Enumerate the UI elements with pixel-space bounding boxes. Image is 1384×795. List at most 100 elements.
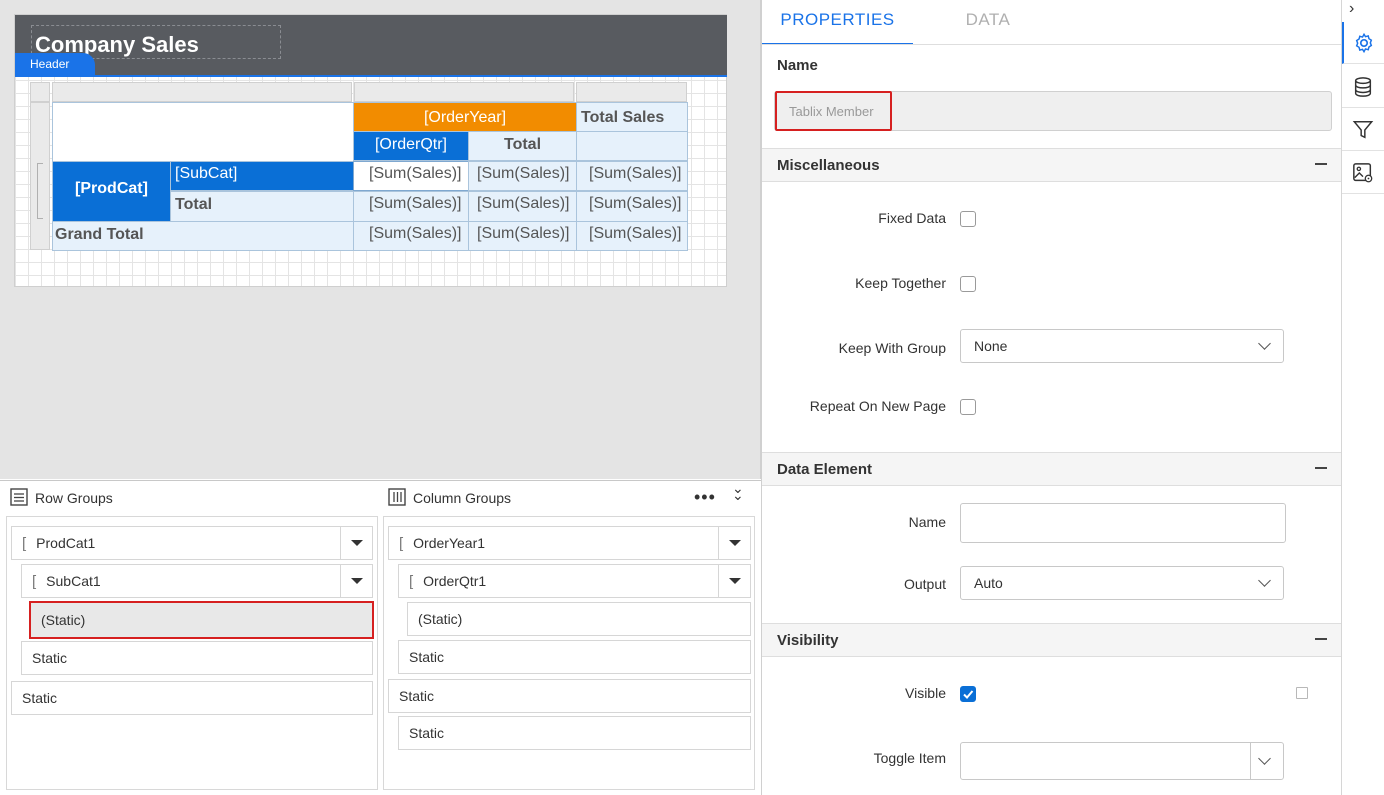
sum-sales-cell-r2c3[interactable]: [Sum(Sales)] [576,191,688,222]
fixed-data-checkbox[interactable] [960,211,976,227]
collapse-panel-icon[interactable]: ⌄ ⌄ [732,481,744,502]
section-data-element[interactable]: Data Element [762,452,1341,486]
row-group-label: (Static) [41,612,86,628]
total-sales-subheader[interactable] [576,131,688,161]
row-group-dropdown[interactable] [340,565,372,597]
order-qtr-cell[interactable]: [OrderQtr] [353,131,469,161]
keep-with-group-select[interactable]: None [960,329,1284,363]
data-toolbar-button[interactable] [1342,66,1384,108]
keep-together-checkbox[interactable] [960,276,976,292]
column-handle-3[interactable] [576,82,687,102]
column-group-orderqtr1[interactable]: [ OrderQtr1 [398,564,751,598]
column-total-header[interactable]: Total [468,131,577,161]
design-canvas[interactable]: Company Sales Header [OrderYear] Total S… [0,0,761,479]
chevron-down-icon [1258,574,1271,587]
column-handle-2[interactable] [354,82,574,102]
sum-sales-cell-r1c1[interactable]: [Sum(Sales)] [353,161,469,191]
repeat-on-new-page-checkbox[interactable] [960,399,976,415]
sum-sales-cell-r3c1[interactable]: [Sum(Sales)] [353,221,469,251]
row-group-label: Static [32,650,68,666]
name-field: Tablix Member [774,91,1332,131]
row-group-static[interactable]: Static [11,681,373,715]
row-group-dropdown[interactable] [340,527,372,559]
section-title: Miscellaneous [777,157,880,174]
report-body[interactable]: Company Sales Header [OrderYear] Total S… [14,14,727,287]
column-group-static[interactable]: Static [388,679,751,713]
sum-sales-cell-r3c2[interactable]: [Sum(Sales)] [468,221,577,251]
group-bracket-icon: [ [22,534,27,552]
sum-sales-cell-r1c2[interactable]: [Sum(Sales)] [468,161,577,191]
column-group-label: Static [409,725,445,741]
row-groups-icon [10,488,28,506]
sum-sales-cell-r1c3[interactable]: [Sum(Sales)] [576,161,688,191]
keep-with-group-label: Keep With Group [838,340,946,356]
tablix-corner-cell[interactable] [52,102,354,162]
header-tag: Header [15,53,95,75]
column-groups-list: [ OrderYear1 [ OrderQtr1 (Static) Static… [383,516,755,790]
row-groups-title: Row Groups [35,490,113,506]
data-element-name-input[interactable] [960,503,1286,543]
visible-label: Visible [905,685,946,701]
prod-cat-cell[interactable]: [ProdCat] [52,161,171,222]
row-group-static-selected[interactable]: (Static) [29,601,374,639]
output-select[interactable]: Auto [960,566,1284,600]
more-options-icon[interactable]: ••• [694,487,716,508]
group-bracket-icon: [ [32,572,37,590]
image-settings-toolbar-button[interactable] [1342,152,1384,194]
column-group-label: OrderQtr1 [423,573,487,589]
column-group-static[interactable]: Static [398,716,751,750]
output-value: Auto [974,575,1003,591]
column-group-static[interactable]: (Static) [407,602,751,636]
column-group-dropdown[interactable] [718,527,750,559]
section-title: Data Element [777,461,873,478]
collapse-minus-icon[interactable] [1315,467,1327,469]
properties-panel: PROPERTIES DATA Name Tablix Member Misce… [761,0,1341,795]
row-groups-list: [ ProdCat1 [ SubCat1 (Static) Static Sta… [6,516,378,790]
row-group-label: SubCat1 [46,573,101,589]
output-label: Output [903,576,946,592]
row-group-label: Static [22,690,58,706]
section-visibility[interactable]: Visibility [762,623,1341,657]
gear-icon [1355,32,1373,53]
collapse-minus-icon[interactable] [1315,163,1327,165]
row-group-prodcat1[interactable]: [ ProdCat1 [11,526,373,560]
column-group-orderyear1[interactable]: [ OrderYear1 [388,526,751,560]
tablix-corner-handle[interactable] [30,82,50,102]
row-group-subcat1[interactable]: [ SubCat1 [21,564,373,598]
database-icon [1354,76,1372,97]
data-element-name-label: Name [908,514,946,530]
grand-total-cell[interactable]: Grand Total [52,221,354,251]
row-total-cell[interactable]: Total [170,191,354,222]
sum-sales-cell-r2c2[interactable]: [Sum(Sales)] [468,191,577,222]
visible-checkbox[interactable] [960,686,976,702]
collapse-minus-icon[interactable] [1315,638,1327,640]
group-bracket-icon: [ [399,534,404,552]
column-groups-icon [388,488,406,506]
group-bracket-icon: [ [409,572,414,590]
column-handle-1[interactable] [52,82,352,102]
total-sales-header[interactable]: Total Sales [576,102,688,132]
caret-down-icon [728,578,741,584]
tab-properties[interactable]: PROPERTIES [762,0,913,45]
column-group-dropdown[interactable] [718,565,750,597]
sum-sales-cell-r2c1[interactable]: [Sum(Sales)] [353,191,469,222]
fixed-data-label: Fixed Data [878,210,946,226]
order-year-cell[interactable]: [OrderYear] [353,102,577,132]
sum-sales-cell-r3c3[interactable]: [Sum(Sales)] [576,221,688,251]
section-miscellaneous[interactable]: Miscellaneous [762,148,1341,182]
grouping-panel: Row Groups Column Groups ••• ⌄ ⌄ [ ProdCa… [0,480,761,795]
properties-toolbar-button[interactable] [1342,22,1384,64]
report-header-band[interactable]: Company Sales Header [15,15,727,77]
caret-down-icon [350,578,363,584]
section-title: Visibility [777,632,839,649]
sub-cat-cell[interactable]: [SubCat] [170,161,354,191]
visible-expression-checkbox[interactable] [1296,687,1308,699]
expand-chevron-right-icon[interactable]: › [1349,0,1354,18]
column-group-label: OrderYear1 [413,535,486,551]
toggle-item-select[interactable] [960,742,1284,780]
column-group-label: (Static) [418,611,463,627]
column-group-static[interactable]: Static [398,640,751,674]
filter-toolbar-button[interactable] [1342,109,1384,151]
tab-data[interactable]: DATA [913,0,1063,45]
row-group-static[interactable]: Static [21,641,373,675]
